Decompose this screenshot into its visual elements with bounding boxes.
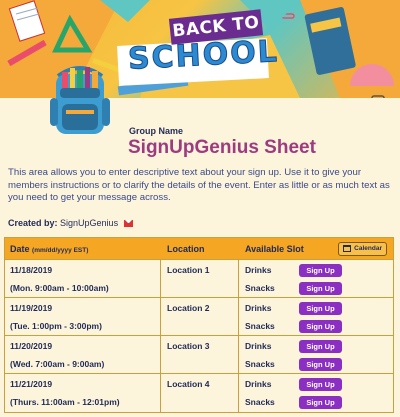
sign-up-button[interactable]: Sign Up [299, 263, 342, 277]
row-date: 11/18/2019 [10, 265, 53, 275]
sign-up-button[interactable]: Sign Up [299, 377, 342, 391]
sign-up-button[interactable]: Sign Up [299, 357, 342, 371]
sign-up-button[interactable]: Sign Up [299, 395, 342, 409]
slot-cell: Drinks Sign Up Snacks Sign Up [239, 298, 393, 335]
slot-name: Drinks [245, 341, 272, 351]
page-title: SignUpGenius Sheet [128, 137, 316, 158]
slot-name: Drinks [245, 303, 272, 313]
date-cell: 11/18/2019 (Mon. 9:00am - 10:00am) [5, 260, 161, 297]
slot-item: Drinks Sign Up [245, 263, 385, 277]
date-header-label: Date [10, 243, 30, 254]
created-by-label: Created by: [8, 218, 58, 228]
date-cell: 11/20/2019 (Wed. 7:00am - 9:00am) [5, 336, 161, 373]
table-row: 11/19/2019 (Tue. 1:00pm - 3:00pm) Locati… [5, 298, 393, 336]
table-row: 11/18/2019 (Mon. 9:00am - 10:00am) Locat… [5, 260, 393, 298]
slot-header-label: Available Slot [245, 243, 304, 254]
slot-cell: Drinks Sign Up Snacks Sign Up [239, 374, 393, 412]
location-cell: Location 1 [161, 260, 239, 297]
date-cell: 11/21/2019 (Thurs. 11:00am - 12:01pm) [5, 374, 161, 412]
slot-name: Snacks [245, 397, 275, 407]
row-time: (Mon. 9:00am - 10:00am) [10, 283, 109, 293]
location-cell: Location 2 [161, 298, 239, 335]
row-date: 11/21/2019 [10, 379, 53, 389]
location-cell: Location 4 [161, 374, 239, 412]
location-cell: Location 3 [161, 336, 239, 373]
row-date: 11/19/2019 [10, 303, 53, 313]
calendar-icon [343, 245, 352, 252]
row-time: (Wed. 7:00am - 9:00am) [10, 359, 105, 369]
column-header-date: Date (mm/dd/yyyy EST) [5, 244, 161, 254]
slot-name: Drinks [245, 379, 272, 389]
table-header: Date (mm/dd/yyyy EST) Location Available… [5, 238, 393, 260]
group-name-label: Group Name [129, 126, 184, 136]
signup-page: BACK TO SCHOOL Group Name SignUpGenius S… [0, 0, 400, 417]
sign-up-button[interactable]: Sign Up [299, 339, 342, 353]
signup-table: Date (mm/dd/yyyy EST) Location Available… [4, 237, 394, 413]
slot-item: Drinks Sign Up [245, 377, 385, 391]
table-row: 11/21/2019 (Thurs. 11:00am - 12:01pm) Lo… [5, 374, 393, 412]
column-header-slot: Available Slot Calendar [239, 241, 393, 256]
sign-up-button[interactable]: Sign Up [299, 319, 342, 333]
email-icon[interactable] [123, 220, 133, 227]
row-time: (Thurs. 11:00am - 12:01pm) [10, 397, 120, 407]
slot-name: Snacks [245, 359, 275, 369]
slot-cell: Drinks Sign Up Snacks Sign Up [239, 336, 393, 373]
slot-item: Drinks Sign Up [245, 301, 385, 315]
calendar-button[interactable]: Calendar [338, 241, 387, 256]
created-by: Created by: SignUpGenius [8, 218, 133, 228]
slot-item: Snacks Sign Up [245, 281, 385, 295]
slot-item: Snacks Sign Up [245, 357, 385, 371]
sheet-description: This area allows you to enter descriptiv… [8, 167, 390, 203]
date-cell: 11/19/2019 (Tue. 1:00pm - 3:00pm) [5, 298, 161, 335]
slot-name: Snacks [245, 283, 275, 293]
slot-name: Drinks [245, 265, 272, 275]
table-row: 11/20/2019 (Wed. 7:00am - 9:00am) Locati… [5, 336, 393, 374]
backpack-icon [50, 66, 110, 134]
slot-item: Snacks Sign Up [245, 395, 385, 409]
sign-up-button[interactable]: Sign Up [299, 301, 342, 315]
row-time: (Tue. 1:00pm - 3:00pm) [10, 321, 102, 331]
column-header-location: Location [167, 243, 205, 254]
date-format-hint: (mm/dd/yyyy EST) [32, 246, 89, 254]
row-date: 11/20/2019 [10, 341, 53, 351]
slot-item: Snacks Sign Up [245, 319, 385, 333]
creator-name[interactable]: SignUpGenius [60, 218, 118, 228]
slot-name: Snacks [245, 321, 275, 331]
calendar-button-label: Calendar [354, 245, 382, 252]
slot-cell: Drinks Sign Up Snacks Sign Up [239, 260, 393, 297]
sign-up-button[interactable]: Sign Up [299, 281, 342, 295]
slot-item: Drinks Sign Up [245, 339, 385, 353]
